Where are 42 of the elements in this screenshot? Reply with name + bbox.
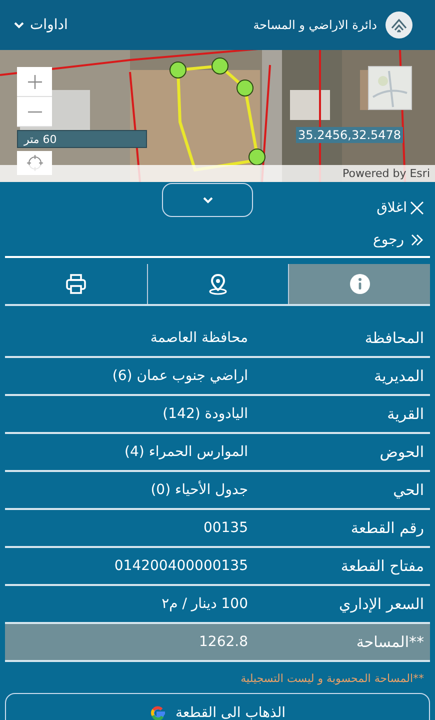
- field-label: **المساحة: [355, 633, 424, 651]
- close-icon: [410, 201, 424, 215]
- info-icon: [348, 273, 371, 295]
- field-value: الموارس الحمراء (4): [124, 444, 248, 460]
- google-icon: [149, 704, 168, 720]
- field-label: مفتاح القطعة: [340, 557, 424, 575]
- printer-icon: [64, 274, 87, 294]
- footnote: **المساحة المحسوبة و ليست التسجيلية: [240, 671, 425, 685]
- caret-icon: [14, 21, 24, 29]
- map-thumbnail-icon: [369, 67, 411, 109]
- field-label: السعر الإداري: [338, 595, 424, 613]
- info-tab[interactable]: [288, 264, 430, 304]
- chevron-down-icon: [202, 196, 214, 204]
- minus-icon: [28, 110, 42, 112]
- scale-bar: 60 متر: [17, 130, 147, 148]
- field-value: جدول الأحياء (0): [150, 482, 248, 498]
- close-button[interactable]: اغلاق: [376, 200, 424, 220]
- field-label: الحوض: [378, 443, 424, 461]
- attribution-text: Powered by Esri: [342, 167, 430, 180]
- plus-icon: [26, 74, 42, 90]
- app-title: دائرة الاراضي و المساحة: [253, 18, 377, 32]
- back-link[interactable]: رجوع: [372, 232, 424, 256]
- field-label: رقم القطعة: [350, 519, 424, 537]
- location-pin-icon: [208, 273, 228, 295]
- logo-icon: [385, 11, 413, 39]
- double-chevron-icon: [410, 234, 424, 246]
- field-label: القرية: [386, 405, 424, 423]
- tools-menu[interactable]: اداوات: [14, 17, 68, 33]
- google-maps-button[interactable]: الذهاب الى القطعة: [5, 693, 430, 720]
- collapse-button[interactable]: [162, 183, 253, 217]
- field-label: الحي: [392, 481, 424, 499]
- field-label: المحافظة: [364, 329, 424, 347]
- field-value: اليادودة (142): [162, 406, 248, 422]
- field-value: 00135: [203, 520, 248, 536]
- field-value: 014200400000135: [114, 558, 248, 574]
- field-value: محافظة العاصمة: [150, 330, 248, 346]
- field-value: 1262.8: [199, 634, 248, 650]
- basemap-toggle[interactable]: [368, 66, 412, 110]
- coordinates-label: 35.2456,32.5478: [296, 127, 404, 143]
- field-value: 100 دينار / م٢: [162, 596, 248, 612]
- field-label: المديرية: [373, 367, 424, 385]
- field-value: اراضي جنوب عمان (6): [112, 368, 248, 384]
